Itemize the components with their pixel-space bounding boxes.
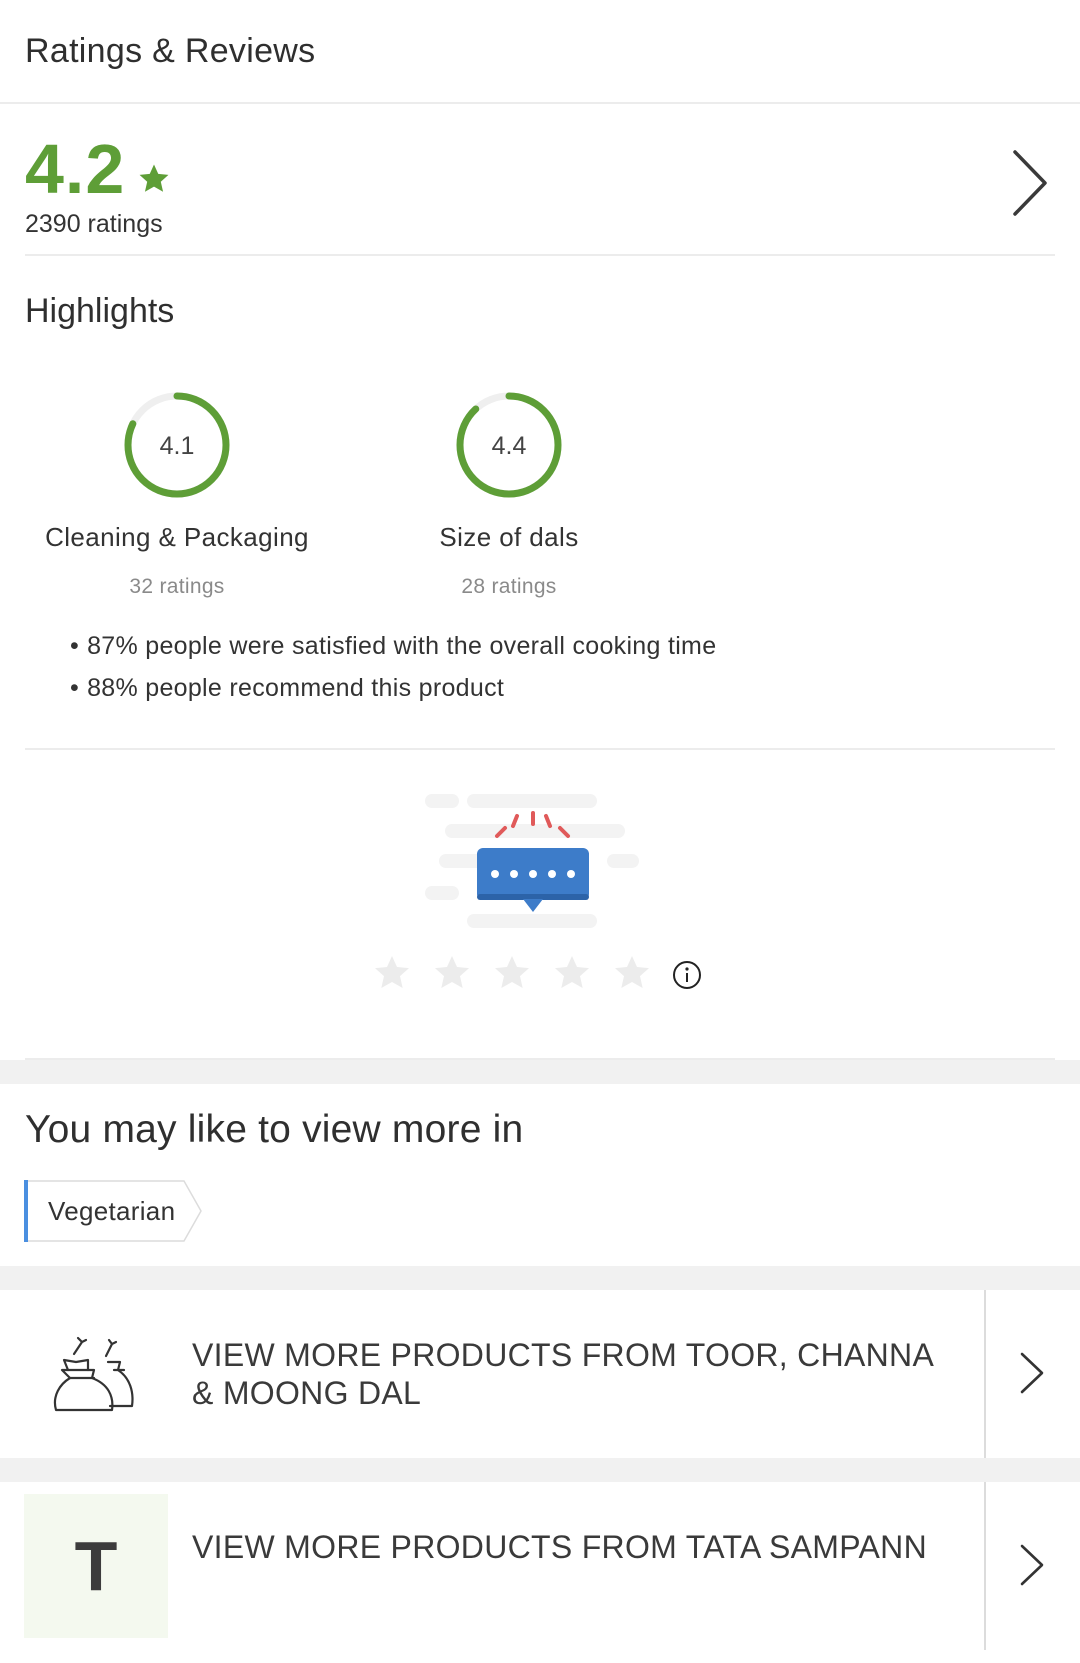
view-more-section: You may like to view more in Vegetarian	[0, 1084, 1080, 1266]
info-icon[interactable]	[672, 960, 702, 990]
highlight-label: Size of dals	[439, 522, 579, 552]
highlight-bullet: 87% people were satisfied with the overa…	[70, 632, 716, 674]
score-ring: 4.1	[124, 392, 230, 498]
section-separator	[0, 1458, 1080, 1482]
highlight-bullet: 88% people recommend this product	[70, 674, 716, 716]
score-value: 4.1	[160, 432, 195, 460]
category-tag-vegetarian[interactable]: Vegetarian	[24, 1180, 204, 1242]
link-text: VIEW MORE PRODUCTS FROM TOOR, CHANNA & M…	[192, 1337, 933, 1411]
chevron-right-icon[interactable]	[1016, 1540, 1046, 1590]
rate-product-section	[25, 750, 1055, 1060]
tag-label: Vegetarian	[48, 1196, 176, 1226]
brand-initial: T	[74, 1527, 118, 1605]
chevron-right-icon[interactable]	[1016, 1348, 1046, 1398]
score-value: 4.4	[492, 432, 527, 460]
view-more-title: You may like to view more in	[25, 1108, 524, 1151]
star-icon[interactable]	[552, 953, 592, 993]
highlights-section: Highlights 4.1 Cleaning & Packaging 32 r…	[25, 256, 1055, 750]
link-text: VIEW MORE PRODUCTS FROM TATA SAMPANN	[192, 1529, 927, 1565]
star-icon[interactable]	[492, 953, 532, 993]
view-more-category-link[interactable]: VIEW MORE PRODUCTS FROM TOOR, CHANNA & M…	[0, 1290, 1080, 1458]
star-rating-input[interactable]	[372, 953, 652, 993]
chevron-right-icon[interactable]	[1009, 148, 1049, 218]
page-title: Ratings & Reviews	[25, 31, 316, 70]
score-ring: 4.4	[456, 392, 562, 498]
review-bubble-icon	[425, 794, 639, 928]
star-icon[interactable]	[372, 953, 412, 993]
view-more-brand-link[interactable]: T VIEW MORE PRODUCTS FROM TATA SAMPANN	[0, 1482, 1080, 1650]
ratings-header: Ratings & Reviews	[0, 0, 1080, 104]
star-icon[interactable]	[612, 953, 652, 993]
brand-thumbnail: T	[24, 1494, 168, 1638]
highlight-label: Cleaning & Packaging	[45, 522, 309, 552]
overall-rating-value: 4.2	[25, 130, 126, 208]
highlight-size-of-dals: 4.4 Size of dals 28 ratings	[349, 388, 669, 599]
section-separator	[0, 1060, 1080, 1084]
highlight-count: 32 ratings	[129, 575, 225, 598]
overall-rating: 4.2	[25, 134, 171, 204]
highlights-title: Highlights	[25, 292, 175, 330]
row-divider	[984, 1290, 986, 1458]
ratings-count: 2390 ratings	[25, 210, 163, 238]
highlight-bullets: 87% people were satisfied with the overa…	[70, 632, 716, 716]
highlight-cleaning-packaging: 4.1 Cleaning & Packaging 32 ratings	[17, 388, 337, 599]
star-icon	[139, 164, 169, 192]
row-divider	[984, 1482, 986, 1650]
category-thumbnail	[24, 1302, 168, 1446]
overall-rating-row[interactable]: 4.2 2390 ratings	[25, 104, 1055, 256]
section-separator	[0, 1266, 1080, 1290]
star-icon[interactable]	[432, 953, 472, 993]
highlight-count: 28 ratings	[461, 575, 557, 598]
grain-sacks-icon	[53, 1336, 134, 1412]
